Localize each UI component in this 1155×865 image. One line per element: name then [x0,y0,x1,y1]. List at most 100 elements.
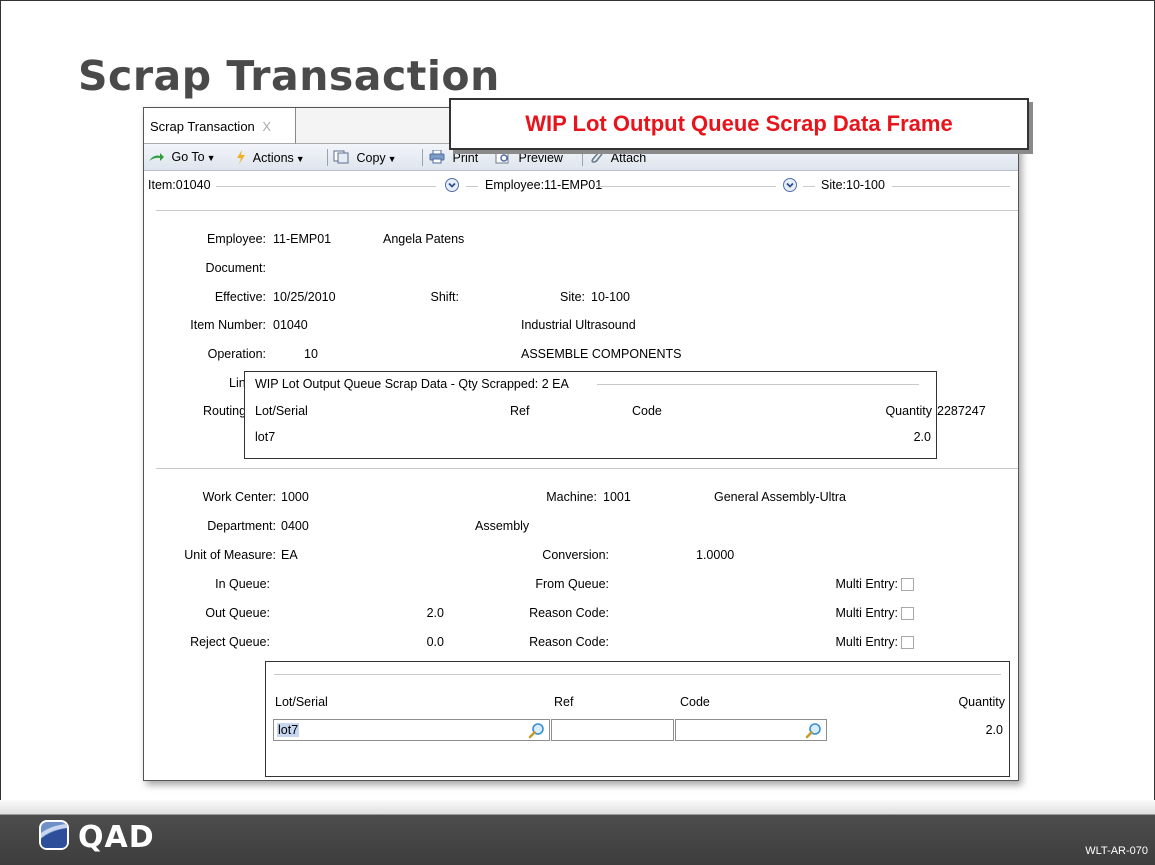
paperclip-icon [591,151,603,163]
toolbar-divider [422,149,423,166]
popup-title: WIP Lot Output Queue Scrap Data - Qty Sc… [255,377,569,391]
slide-title: Scrap Transaction [78,52,500,100]
reject-queue-value[interactable]: 0.0 [427,635,444,649]
grid-column-code: Code [680,695,710,709]
preview-label: Preview [518,151,563,165]
routing-label: Routing [203,404,247,418]
effective-label: Effective: [214,290,266,304]
lookup-search-icon[interactable] [528,722,545,739]
operation-value[interactable]: 10 [304,347,318,361]
employee-label: Employee: [206,232,266,246]
code-input[interactable] [675,719,827,741]
department-label: Department: [207,519,276,533]
in-queue-label: In Queue: [215,577,270,591]
reject-queue-label: Reject Queue: [190,635,270,649]
item-description: Industrial Ultrasound [521,318,636,332]
multi-entry-label: Multi Entry: [835,577,898,591]
department-value[interactable]: 0400 [281,519,309,533]
goto-arrow-icon [149,153,164,161]
popup-title-line [597,384,919,385]
item-selector[interactable]: Item:01040 [148,178,211,192]
callout-text: WIP Lot Output Queue Scrap Data Frame [525,111,953,136]
out-queue-label: Out Queue: [205,606,270,620]
from-queue-label: From Queue: [535,577,609,591]
actions-label: Actions [252,151,294,165]
department-description: Assembly [475,519,530,533]
effective-value[interactable]: 10/25/2010 [273,290,336,304]
operation-label: Operation: [207,347,266,361]
machine-value[interactable]: 1001 [603,490,631,504]
employee-name: Angela Patens [383,232,465,246]
employee-value[interactable]: 11-EMP01 [273,232,331,246]
popup-row-quantity: 2.0 [913,430,931,444]
scrap-entry-grid: Lot/Serial Ref Code Quantity lot7 2.0 [265,661,1010,777]
dropdown-caret-icon: ▼ [295,154,305,164]
multi-entry-label: Multi Entry: [835,635,898,649]
employee-selector-line [596,186,776,187]
close-icon[interactable]: X [262,119,271,134]
reason-code-label: Reason Code: [529,606,609,620]
grid-column-quantity: Quantity [958,695,1005,709]
site-value[interactable]: 10-100 [591,290,630,304]
multi-entry-checkbox-out-queue[interactable] [901,607,914,620]
site-selector[interactable]: Site:10-100 [821,178,885,192]
multi-entry-label: Multi Entry: [835,606,898,620]
out-queue-value[interactable]: 2.0 [427,606,444,620]
copy-icon [333,150,349,164]
popup-column-lot-serial: Lot/Serial [255,404,308,418]
slide-code: WLT-AR-070 [1085,845,1148,857]
machine-label: Machine: [546,490,597,504]
section-divider [156,210,1018,211]
unit-of-measure-value[interactable]: EA [281,548,298,562]
dropdown-caret-icon: ▼ [206,153,216,163]
popup-row-lot: lot7 [255,430,276,444]
qad-logo-text: QAD [78,820,155,855]
expand-chevron-icon[interactable] [783,178,797,192]
site-label: Site: [559,290,585,304]
selector-line [466,186,478,187]
grid-column-ref: Ref [554,695,574,709]
lookup-search-icon[interactable] [805,722,822,739]
conversion-value[interactable]: 1.0000 [696,548,734,562]
qad-logo-icon [39,820,69,850]
goto-button[interactable]: Go To ▼ [148,150,216,164]
routing-value: 2287247 [937,404,986,418]
copy-button[interactable]: Copy ▼ [333,150,397,165]
employee-selector[interactable]: Employee:11-EMP01 [485,178,602,192]
item-number-label: Item Number: [190,318,266,332]
expand-chevron-icon[interactable] [445,178,459,192]
preview-icon [495,150,509,164]
reason-code-label: Reason Code: [529,635,609,649]
shift-label: Shift: [430,290,460,304]
tab-scrap-transaction[interactable]: Scrap Transaction X [144,108,296,144]
table-row[interactable]: lot7 2.0 [245,427,936,451]
multi-entry-checkbox-reject-queue[interactable] [901,636,914,649]
selector-line [803,186,815,187]
slide-footer [0,800,1155,865]
printer-icon [429,150,445,164]
attach-button[interactable]: Attach [590,150,646,165]
section-divider [156,468,1018,469]
dropdown-caret-icon: ▼ [387,154,397,164]
multi-entry-checkbox-in-queue[interactable] [901,578,914,591]
print-button[interactable]: Print [429,150,478,165]
ref-input[interactable] [551,719,674,741]
item-selector-line [216,186,436,187]
actions-button[interactable]: Actions ▼ [236,150,305,165]
scrap-transaction-window: Scrap Transaction X Go To ▼ Actions ▼ Copy… [143,107,1019,781]
work-center-value[interactable]: 1000 [281,490,309,504]
item-number-value[interactable]: 01040 [273,318,308,332]
preview-button[interactable]: Preview [495,150,563,165]
quantity-value[interactable]: 2.0 [986,723,1003,737]
work-center-label: Work Center: [202,490,276,504]
popup-column-ref: Ref [510,404,530,418]
lot-serial-input[interactable]: lot7 [273,719,550,741]
grid-column-lot-serial: Lot/Serial [275,695,328,709]
attach-label: Attach [610,151,647,165]
lightning-icon [237,150,245,164]
wip-lot-scrap-data-frame: WIP Lot Output Queue Scrap Data - Qty Sc… [244,371,937,459]
conversion-label: Conversion: [542,548,609,562]
print-label: Print [452,151,479,165]
lot-serial-input-value: lot7 [277,723,300,737]
callout-box: WIP Lot Output Queue Scrap Data Frame [449,98,1029,150]
